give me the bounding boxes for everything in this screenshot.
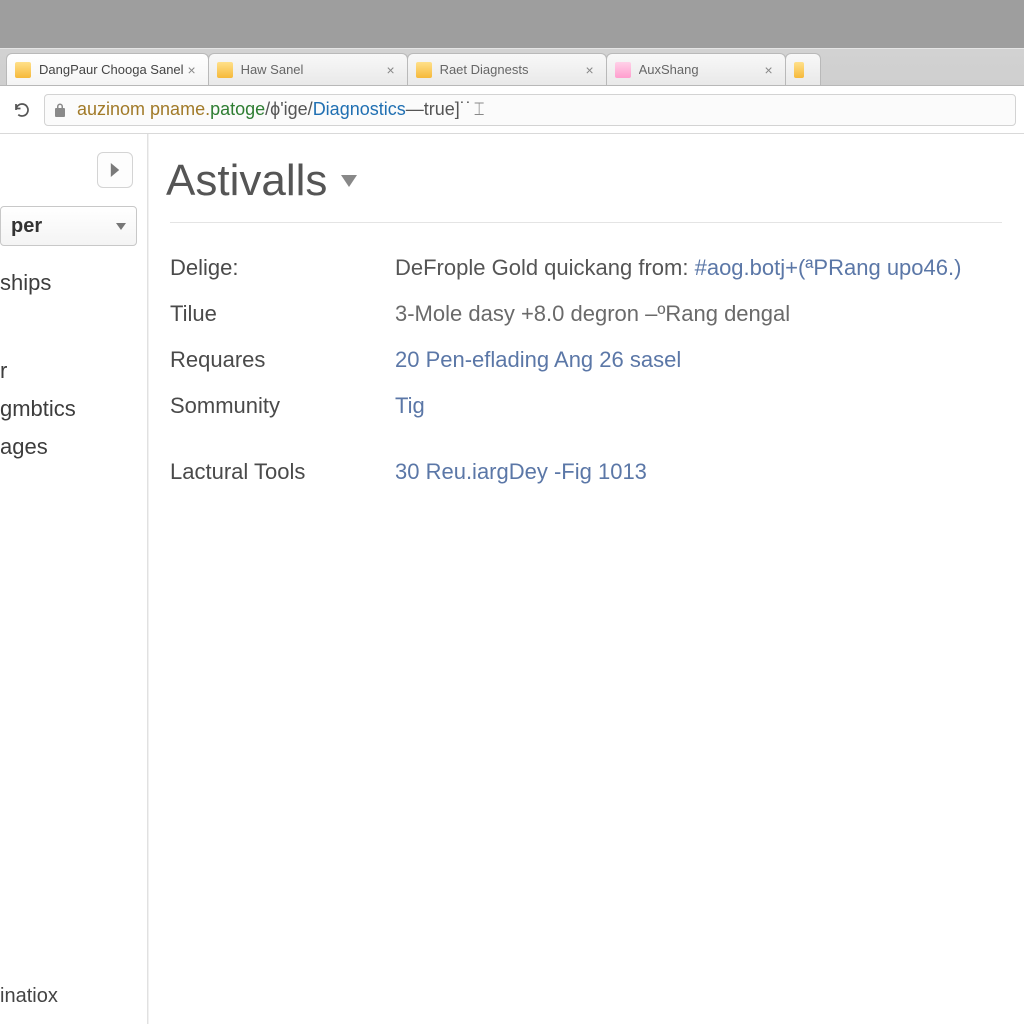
- tab-label: Haw Sanel: [241, 62, 383, 77]
- sidebar-item-ages[interactable]: ages: [0, 428, 147, 466]
- tab-3[interactable]: AuxShang ×: [606, 53, 786, 85]
- field-value: 30 Reu.iargDey -Fig 1013: [395, 459, 647, 485]
- url-mid: patoge: [210, 99, 265, 120]
- tab-0[interactable]: DangPaur Chooga Sanel ×: [6, 53, 209, 85]
- field-value: 20 Pen-eflading Ang 26 sasel: [395, 347, 681, 373]
- close-icon[interactable]: ×: [184, 62, 200, 78]
- tab-2[interactable]: Raet Diagnests ×: [407, 53, 607, 85]
- field-value: 3-Mole dasy +8.0 degron –ºRang dengal: [395, 301, 790, 327]
- row-lactural-tools: Lactural Tools 30 Reu.iargDey -Fig 1013: [170, 449, 1002, 495]
- row-gap: [170, 429, 1002, 449]
- url-tail: —true]˙˙: [406, 99, 472, 120]
- url-host: auzinom pname.: [77, 99, 210, 120]
- favicon-icon: [794, 62, 804, 78]
- tab-label: DangPaur Chooga Sanel: [39, 62, 184, 77]
- field-value: Tig: [395, 393, 425, 419]
- sidebar-item-r[interactable]: r: [0, 352, 147, 390]
- sidebar-footer[interactable]: inatiox: [0, 975, 147, 1024]
- chevron-down-icon: [341, 175, 357, 187]
- lock-icon: [53, 102, 67, 118]
- window-chrome-gray: [0, 0, 1024, 48]
- favicon-icon: [217, 62, 233, 78]
- field-label: Requares: [170, 347, 395, 373]
- row-delige: Delige: DeFrople Gold quickang from: #ao…: [170, 245, 1002, 291]
- sidebar-gap: [0, 338, 147, 352]
- field-value: DeFrople Gold quickang from: #aog.botj+(…: [395, 255, 961, 281]
- field-label: Lactural Tools: [170, 459, 395, 485]
- sidebar-nav: ships r gmbtics ages: [0, 264, 147, 466]
- url-sep: /ϕ'ige/: [265, 99, 313, 120]
- tab-4[interactable]: [785, 53, 821, 85]
- page-title-dropdown[interactable]: Astivalls: [166, 156, 1002, 206]
- address-bar: auzinom pname. patoge /ϕ'ige/ Diagnostic…: [0, 86, 1024, 134]
- tab-label: AuxShang: [639, 62, 761, 77]
- field-label: Tilue: [170, 301, 395, 327]
- field-label: Delige:: [170, 255, 395, 281]
- sidebar-collapse-button[interactable]: [97, 152, 133, 188]
- omnibox[interactable]: auzinom pname. patoge /ϕ'ige/ Diagnostic…: [44, 94, 1016, 126]
- divider: [170, 222, 1002, 223]
- tab-1[interactable]: Haw Sanel ×: [208, 53, 408, 85]
- favicon-icon: [416, 62, 432, 78]
- sidebar-dropdown-label: per: [11, 215, 42, 238]
- close-icon[interactable]: ×: [582, 62, 598, 78]
- close-icon[interactable]: ×: [761, 62, 777, 78]
- field-label: Sommunity: [170, 393, 395, 419]
- sidebar-dropdown[interactable]: per: [0, 206, 137, 246]
- row-requares: Requares 20 Pen-eflading Ang 26 sasel: [170, 337, 1002, 383]
- reload-icon: [13, 101, 31, 119]
- main-panel: Astivalls Delige: DeFrople Gold quickang…: [148, 134, 1024, 1024]
- sidebar: per ships r gmbtics ages inatiox: [0, 134, 148, 1024]
- tab-label: Raet Diagnests: [440, 62, 582, 77]
- url-path: Diagnostics: [313, 99, 406, 120]
- sidebar-item-gmbtics[interactable]: gmbtics: [0, 390, 147, 428]
- chevron-down-icon: [116, 223, 126, 230]
- text-cursor-icon: ⌶: [474, 99, 485, 120]
- reload-button[interactable]: [8, 96, 36, 124]
- sidebar-item-1[interactable]: [0, 302, 147, 314]
- row-tilue: Tilue 3-Mole dasy +8.0 degron –ºRang den…: [170, 291, 1002, 337]
- sidebar-item-3[interactable]: [0, 326, 147, 338]
- content-area: per ships r gmbtics ages inatiox Astival…: [0, 134, 1024, 1024]
- row-sommunity: Sommunity Tig: [170, 383, 1002, 429]
- close-icon[interactable]: ×: [383, 62, 399, 78]
- sidebar-item-ships[interactable]: ships: [0, 264, 147, 302]
- page-title: Astivalls: [166, 156, 327, 206]
- favicon-icon: [615, 62, 631, 78]
- tabstrip: DangPaur Chooga Sanel × Haw Sanel × Raet…: [0, 48, 1024, 86]
- favicon-icon: [15, 62, 31, 78]
- arrow-right-icon: [108, 163, 122, 177]
- sidebar-item-2[interactable]: [0, 314, 147, 326]
